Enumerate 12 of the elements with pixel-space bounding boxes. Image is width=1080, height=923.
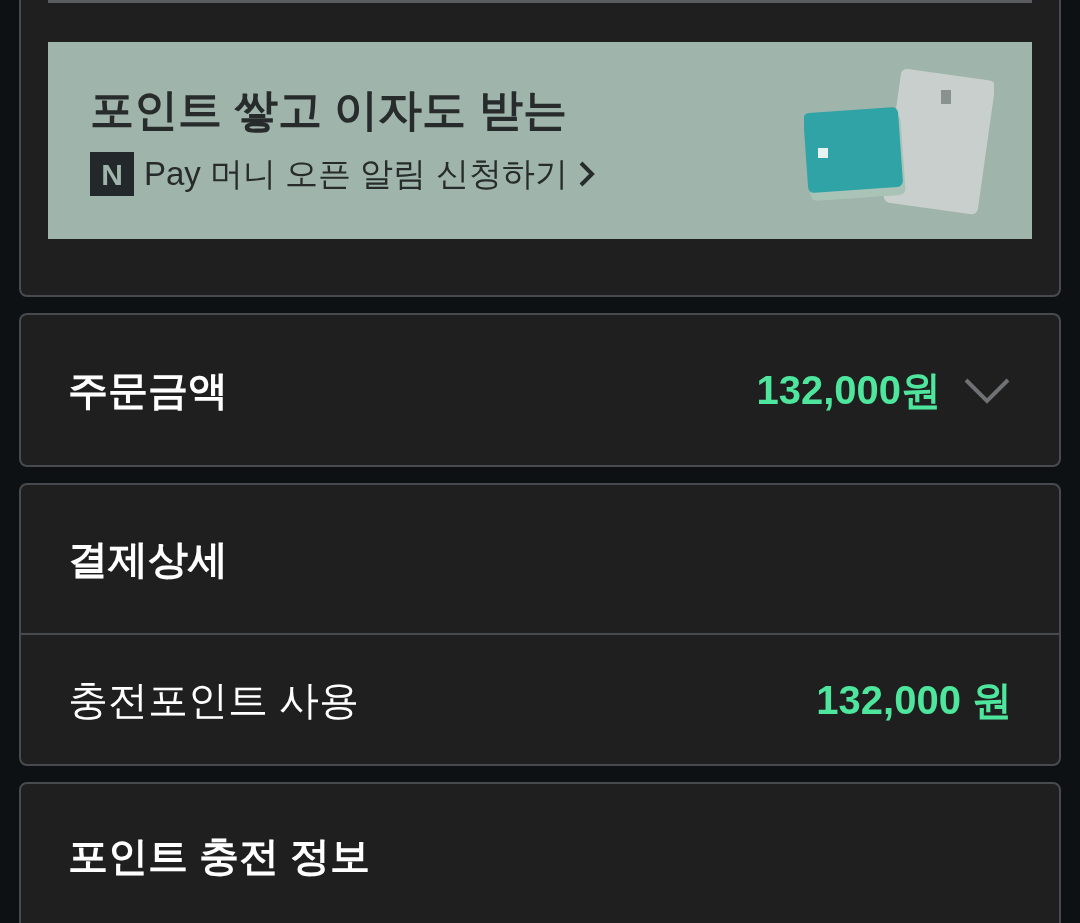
- order-amount-label: 주문금액: [68, 367, 228, 414]
- point-charge-info-title: 포인트 충전 정보: [68, 833, 371, 880]
- promo-banner[interactable]: 포인트 쌓고 이자도 받는 N Pay 머니 오픈 알림 신청하기: [48, 42, 1032, 239]
- pay-logo: N: [90, 152, 134, 196]
- banner-headline: 포인트 쌓고 이자도 받는: [90, 84, 568, 137]
- order-amount-card[interactable]: 주문금액 132,000원: [19, 313, 1061, 467]
- order-amount-value: 132,000원: [756, 367, 941, 414]
- payment-details-title: 결제상세: [68, 536, 228, 583]
- payment-row-amount: 132,000 원: [816, 676, 1012, 724]
- chevron-right-icon: [577, 160, 596, 188]
- banner-subline: Pay 머니 오픈 알림 신청하기: [144, 154, 568, 195]
- payment-row-label: 충전포인트 사용: [68, 676, 360, 724]
